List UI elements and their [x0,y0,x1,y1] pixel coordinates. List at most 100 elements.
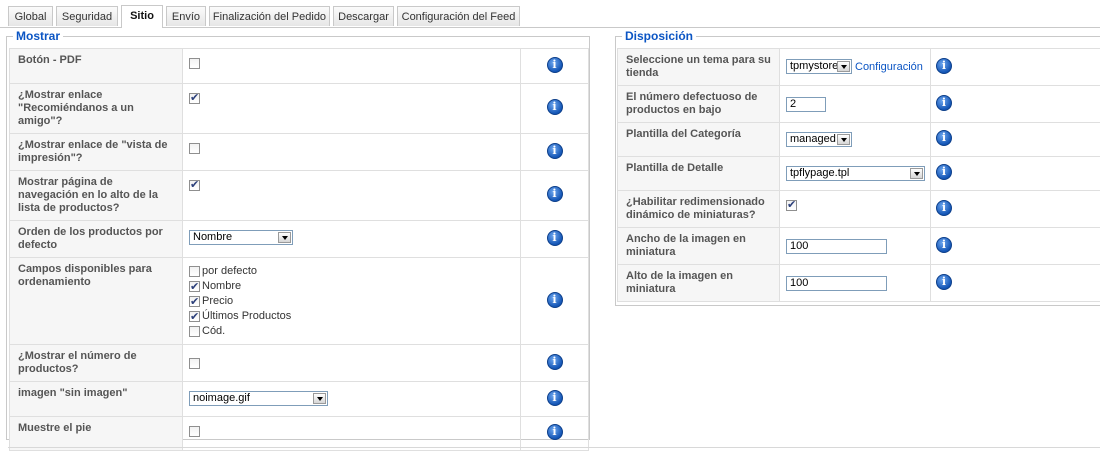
label-sort-order: Orden de los productos por defecto [10,221,183,258]
sort-field-label: por defecto [202,265,257,277]
tab-descargar[interactable]: Descargar [333,6,394,26]
label-recommend-link: ¿Mostrar enlace "Recomiéndanos a un amig… [10,84,183,134]
sort-field-option[interactable]: por defecto [189,264,514,279]
select-theme[interactable]: tpmystore [786,59,852,74]
row-thumb-width: Ancho de la imagen en miniatura 100 [618,228,1100,265]
chevron-down-icon [313,393,326,404]
chevron-down-icon [278,232,291,243]
row-no-image: imagen "sin imagen" noimage.gif [10,382,589,417]
row-footer: Muestre el pie [10,417,589,451]
checkbox-sort-nombre[interactable] [189,281,200,292]
label-print-link: ¿Mostrar enlace de "vista de impresión"? [10,134,183,171]
select-sort-order-value: Nombre [193,231,232,243]
tab-seguridad[interactable]: Seguridad [56,6,118,26]
tab-bar-divider [0,27,1100,28]
mostrar-table: Botón - PDF ¿Mostrar enlace "Recomiéndan… [9,48,589,451]
chevron-down-icon [837,61,850,72]
label-sort-fields: Campos disponibles para ordenamiento [10,258,183,345]
select-no-image-value: noimage.gif [193,392,250,404]
select-detail-template[interactable]: tpflypage.tpl [786,166,925,181]
checkbox-pdf-button[interactable] [189,58,200,69]
info-icon[interactable] [547,292,563,308]
select-no-image[interactable]: noimage.gif [189,391,328,406]
select-category-template-value: managed [790,133,836,145]
label-footer: Muestre el pie [10,417,183,451]
sort-field-option[interactable]: Nombre [189,279,514,294]
bottom-divider [8,447,1100,448]
tab-finalizacion[interactable]: Finalización del Pedido [209,6,330,26]
label-default-count: El número defectuoso de productos en baj… [618,86,780,123]
row-category-template: Plantilla del Categoría managed [618,123,1100,157]
info-icon[interactable] [936,95,952,111]
select-category-template[interactable]: managed [786,132,852,147]
sort-field-label: Precio [202,295,233,307]
checkbox-nav-top[interactable] [189,180,200,191]
info-icon[interactable] [547,230,563,246]
row-show-count: ¿Mostrar el número de productos? [10,345,589,382]
input-thumb-width[interactable]: 100 [786,239,887,254]
label-show-count: ¿Mostrar el número de productos? [10,345,183,382]
select-sort-order[interactable]: Nombre [189,230,293,245]
tab-configuracion-feed[interactable]: Configuración del Feed [397,6,520,26]
label-dynamic-resize: ¿Habilitar redimensionado dinámico de mi… [618,191,780,228]
info-icon[interactable] [936,237,952,253]
label-detail-template: Plantilla de Detalle [618,157,780,191]
checkbox-sort-ultimos[interactable] [189,311,200,322]
label-category-template: Plantilla del Categoría [618,123,780,157]
info-icon[interactable] [547,143,563,159]
sort-field-option[interactable]: Cód. [189,324,514,339]
row-recommend-link: ¿Mostrar enlace "Recomiéndanos a un amig… [10,84,589,134]
theme-config-link[interactable]: Configuración [855,61,923,73]
row-dynamic-resize: ¿Habilitar redimensionado dinámico de mi… [618,191,1100,228]
checkbox-show-count[interactable] [189,358,200,369]
chevron-down-icon [910,168,923,179]
info-icon[interactable] [936,274,952,290]
label-theme: Seleccione un tema para su tienda [618,49,780,86]
label-thumb-width: Ancho de la imagen en miniatura [618,228,780,265]
row-detail-template: Plantilla de Detalle tpflypage.tpl [618,157,1100,191]
disposicion-table: Seleccione un tema para su tienda tpmyst… [617,48,1100,302]
info-icon[interactable] [547,57,563,73]
row-pdf-button: Botón - PDF [10,49,589,84]
row-print-link: ¿Mostrar enlace de "vista de impresión"? [10,134,589,171]
sort-field-option[interactable]: Últimos Productos [189,309,514,324]
fieldset-legend-mostrar: Mostrar [13,29,63,43]
checkbox-sort-default[interactable] [189,266,200,277]
info-icon[interactable] [547,354,563,370]
label-no-image: imagen "sin imagen" [10,382,183,417]
checkbox-sort-cod[interactable] [189,326,200,337]
info-icon[interactable] [547,424,563,440]
info-icon[interactable] [936,200,952,216]
info-icon[interactable] [936,164,952,180]
info-icon[interactable] [936,130,952,146]
checkbox-print-link[interactable] [189,143,200,154]
label-nav-top: Mostrar página de navegación en lo alto … [10,171,183,221]
checkbox-sort-precio[interactable] [189,296,200,307]
info-icon[interactable] [547,186,563,202]
label-thumb-height: Alto de la imagen en miniatura [618,265,780,302]
tab-sitio[interactable]: Sitio [121,5,163,28]
checkbox-recommend-link[interactable] [189,93,200,104]
tab-envio[interactable]: Envío [166,6,206,26]
tab-bar: Global Seguridad Sitio Envío Finalizació… [0,0,1100,28]
fieldset-legend-disposicion: Disposición [622,29,696,43]
info-icon[interactable] [547,99,563,115]
row-thumb-height: Alto de la imagen en miniatura 100 [618,265,1100,302]
checkbox-footer[interactable] [189,426,200,437]
tab-global[interactable]: Global [8,6,53,26]
row-theme: Seleccione un tema para su tienda tpmyst… [618,49,1100,86]
input-default-count[interactable]: 2 [786,97,826,112]
info-icon[interactable] [547,390,563,406]
row-sort-fields: Campos disponibles para ordenamiento por… [10,258,589,345]
row-sort-order: Orden de los productos por defecto Nombr… [10,221,589,258]
sort-field-option[interactable]: Precio [189,294,514,309]
select-theme-value: tpmystore [790,60,838,72]
select-detail-template-value: tpflypage.tpl [790,167,849,179]
sort-field-label: Cód. [202,325,225,337]
checkbox-dynamic-resize[interactable] [786,200,797,211]
label-pdf-button: Botón - PDF [10,49,183,84]
sort-field-label: Últimos Productos [202,310,291,322]
row-nav-top: Mostrar página de navegación en lo alto … [10,171,589,221]
input-thumb-height[interactable]: 100 [786,276,887,291]
info-icon[interactable] [936,58,952,74]
